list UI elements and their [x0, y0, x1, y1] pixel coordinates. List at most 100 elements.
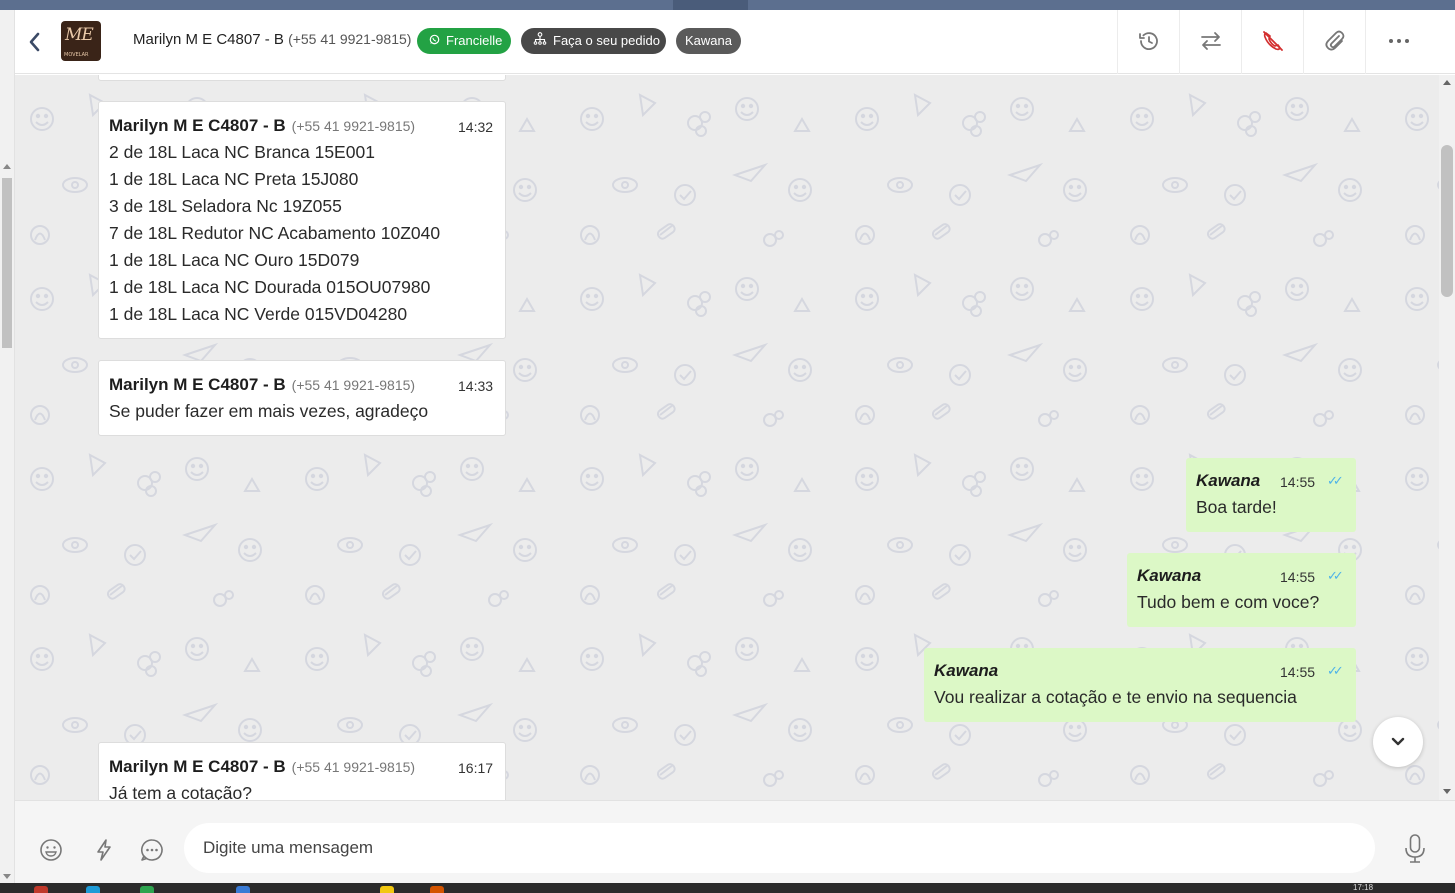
back-button[interactable]	[27, 30, 47, 54]
message-text: Tudo bem e com voce?	[1137, 589, 1319, 616]
message-text: Boa tarde!	[1196, 494, 1277, 521]
avatar-logo-subtext: MOVELAR	[64, 52, 89, 58]
message-line: 3 de 18L Seladora Nc 19Z055	[109, 196, 342, 216]
message-sender: Marilyn M E C4807 - B	[109, 116, 286, 135]
message-line: Tudo bem e com voce?	[1137, 592, 1320, 612]
attach-icon	[1325, 30, 1345, 51]
attach-button[interactable]	[1322, 28, 1348, 54]
flow-badge[interactable]: Faça o seu pedido	[521, 28, 666, 54]
agent-badge[interactable]: Kawana	[676, 28, 741, 54]
message-line: Se puder fazer em mais vezes, agradeço	[109, 401, 429, 421]
taskbar-app-icon[interactable]	[86, 886, 100, 893]
chat-scrollbar-thumb[interactable]	[1441, 145, 1453, 297]
flow-badge-label: Faça o seu pedido	[553, 33, 660, 48]
message-text: Já tem a cotação?	[109, 780, 252, 800]
page-scrollbar[interactable]	[0, 10, 15, 883]
scroll-to-bottom-button[interactable]	[1373, 717, 1423, 767]
taskbar-app-icon[interactable]	[236, 886, 250, 893]
message-line: 1 de 18L Laca NC Dourada 015OU07980	[109, 277, 431, 297]
voice-record-button[interactable]	[1402, 833, 1428, 865]
message-header: Marilyn M E C4807 - B (+55 41 9921-9815)	[109, 375, 415, 395]
taskbar-clock[interactable]: 17:18	[1353, 883, 1373, 892]
chat-bubble-dots-icon	[140, 839, 163, 861]
message-sender: Kawana	[1196, 471, 1261, 490]
quick-replies-button[interactable]	[91, 837, 117, 863]
message-header: Marilyn M E C4807 - B (+55 41 9921-9815)	[109, 757, 415, 777]
message-bubble-partial	[98, 75, 506, 81]
avatar-logo-text: ME	[65, 25, 94, 45]
message-line: 1 de 18L Laca NC Ouro 15D079	[109, 250, 360, 270]
message-text: Se puder fazer em mais vezes, agradeço	[109, 398, 428, 425]
chat-scrollbar[interactable]	[1439, 75, 1455, 800]
header-divider	[1303, 10, 1304, 74]
header-divider	[1365, 10, 1366, 74]
scroll-down-arrow-icon[interactable]	[1443, 789, 1451, 794]
whatsapp-icon	[429, 28, 440, 54]
message-sender: Marilyn M E C4807 - B	[109, 757, 286, 776]
agent-badge-label: Kawana	[685, 33, 732, 48]
message-time: 14:55	[1280, 474, 1316, 490]
emoji-button[interactable]	[38, 837, 64, 863]
channel-badge-label: Francielle	[446, 33, 503, 48]
message-sender-phone: (+55 41 9921-9815)	[291, 377, 416, 393]
message-time: 14:55	[1280, 664, 1316, 680]
taskbar-app-icon[interactable]	[380, 886, 394, 893]
message-bubble-outgoing[interactable]: Kawana 14:55 ✓✓ Boa tarde!	[1186, 458, 1356, 532]
chevron-down-icon	[1391, 737, 1405, 746]
message-line: Já tem a cotação?	[109, 783, 252, 800]
read-ticks-icon: ✓✓	[1327, 473, 1344, 488]
chat-options-button[interactable]	[139, 837, 165, 863]
message-line: 1 de 18L Laca NC Preta 15J080	[109, 169, 359, 189]
message-composer	[15, 800, 1455, 883]
chat-history[interactable]: Marilyn M E C4807 - B (+55 41 9921-9815) …	[15, 75, 1439, 800]
message-sender: Kawana	[934, 661, 999, 680]
message-line: 1 de 18L Laca NC Verde 015VD04280	[109, 304, 408, 324]
message-sender-phone: (+55 41 9921-9815)	[291, 759, 416, 775]
message-input[interactable]	[184, 823, 1375, 873]
taskbar-app-icon[interactable]	[140, 886, 154, 893]
message-bubble-incoming[interactable]: Marilyn M E C4807 - B (+55 41 9921-9815) …	[98, 101, 506, 339]
taskbar-app-icon[interactable]	[34, 886, 48, 893]
message-bubble-outgoing[interactable]: Kawana 14:55 ✓✓ Vou realizar a cotação e…	[924, 648, 1356, 722]
message-time: 14:33	[458, 378, 494, 394]
lightning-icon	[97, 839, 111, 861]
channel-badge[interactable]: Francielle	[417, 28, 511, 54]
end-call-button[interactable]	[1260, 28, 1286, 54]
message-bubble-incoming[interactable]: Marilyn M E C4807 - B (+55 41 9921-9815) …	[98, 360, 506, 436]
browser-tab-indicator[interactable]	[673, 0, 748, 10]
scroll-up-arrow-icon[interactable]	[3, 164, 11, 169]
contact-phone: (+55 41 9921-9815)	[288, 31, 412, 47]
message-sender-phone: (+55 41 9921-9815)	[291, 118, 416, 134]
os-taskbar: 17:18	[0, 883, 1455, 893]
contact-name: Marilyn M E C4807 - B	[133, 31, 284, 48]
page-scrollbar-thumb[interactable]	[2, 178, 12, 348]
sitemap-icon	[533, 28, 547, 54]
message-bubble-outgoing[interactable]: Kawana 14:55 ✓✓ Tudo bem e com voce?	[1127, 553, 1356, 627]
history-button[interactable]	[1136, 28, 1162, 54]
end-call-icon	[1263, 31, 1283, 51]
browser-top-strip	[0, 0, 1455, 10]
more-icon	[1389, 39, 1409, 43]
header-divider	[1241, 10, 1242, 74]
taskbar-app-icon[interactable]	[430, 886, 444, 893]
chevron-left-icon	[29, 32, 40, 52]
message-text: Vou realizar a cotação e te envio na seq…	[934, 684, 1297, 711]
message-line: 2 de 18L Laca NC Branca 15E001	[109, 142, 375, 162]
microphone-icon	[1405, 834, 1425, 863]
message-line: Vou realizar a cotação e te envio na seq…	[934, 687, 1297, 707]
avatar[interactable]: ME MOVELAR	[61, 21, 101, 61]
scroll-up-arrow-icon[interactable]	[1443, 80, 1451, 85]
more-options-button[interactable]	[1386, 28, 1412, 54]
contact-title[interactable]: Marilyn M E C4807 - B (+55 41 9921-9815)	[133, 31, 411, 48]
transfer-icon	[1201, 32, 1221, 50]
transfer-button[interactable]	[1198, 28, 1224, 54]
message-bubble-incoming[interactable]: Marilyn M E C4807 - B (+55 41 9921-9815) …	[98, 742, 506, 800]
scroll-down-arrow-icon[interactable]	[3, 874, 11, 879]
history-icon	[1139, 32, 1158, 50]
message-sender: Kawana	[1137, 566, 1202, 585]
emoji-icon	[40, 839, 62, 861]
header-divider	[1179, 10, 1180, 74]
message-time: 14:55	[1280, 569, 1316, 585]
message-time: 14:32	[458, 119, 494, 135]
message-sender: Marilyn M E C4807 - B	[109, 375, 286, 394]
